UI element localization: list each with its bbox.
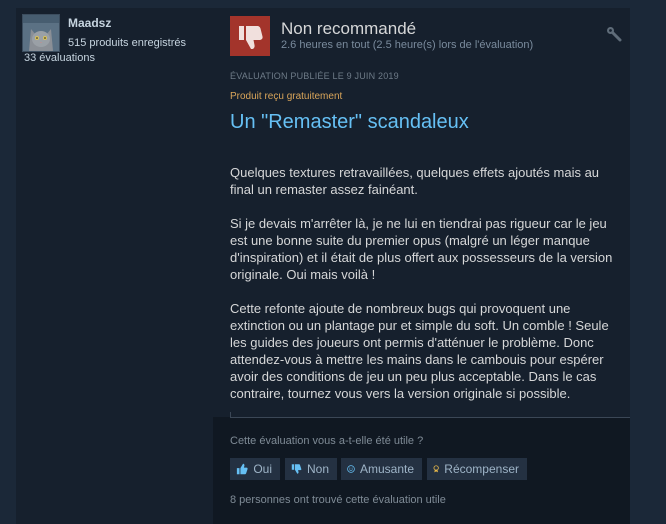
award-icon [433, 465, 439, 473]
wrench-icon [606, 26, 622, 42]
thumbs-down-icon [291, 464, 302, 474]
helpful-count: 8 personnes ont trouvé cette évaluation … [230, 494, 446, 506]
author-name[interactable]: Maadsz [68, 16, 111, 30]
vote-no-label: Non [306, 462, 329, 476]
award-button[interactable]: Récompenser [427, 458, 527, 480]
author-reviews-count[interactable]: 33 évaluations [24, 52, 95, 64]
cat-avatar-icon [23, 15, 59, 51]
review-body: Quelques textures retravaillées, quelque… [230, 164, 626, 402]
author-products-owned[interactable]: 515 produits enregistrés [68, 37, 186, 49]
review-paragraph: Cette refonte ajoute de nombreux bugs qu… [230, 301, 609, 401]
thumbs-up-icon [236, 463, 248, 475]
vote-yes-label: Oui [253, 462, 272, 476]
divider [230, 417, 630, 418]
review-paragraph: Quelques textures retravaillées, quelque… [230, 165, 600, 197]
review-title[interactable]: Un "Remaster" scandaleux [230, 111, 469, 134]
review-paragraph: Si je devais m'arrêter là, je ne lui en … [230, 216, 613, 282]
hours-played: 2.6 heures en tout (2.5 heure(s) lors de… [281, 39, 534, 51]
vote-funny-label: Amusante [359, 462, 414, 476]
smiley-icon [347, 465, 355, 473]
received-free-label: Produit reçu gratuitement [230, 91, 343, 102]
award-label: Récompenser [444, 462, 519, 476]
vote-yes-button[interactable]: Oui [230, 458, 280, 480]
review-verdict[interactable]: Non recommandé [281, 19, 416, 39]
helpful-question: Cette évaluation vous a-t-elle été utile… [230, 435, 424, 447]
posted-date: ÉVALUATION PUBLIÉE LE 9 JUIN 2019 [230, 71, 399, 81]
author-avatar[interactable] [23, 15, 59, 51]
vote-funny-button[interactable]: Amusante [341, 458, 422, 480]
thumbs-down-icon[interactable] [230, 16, 270, 56]
vote-no-button[interactable]: Non [285, 458, 337, 480]
